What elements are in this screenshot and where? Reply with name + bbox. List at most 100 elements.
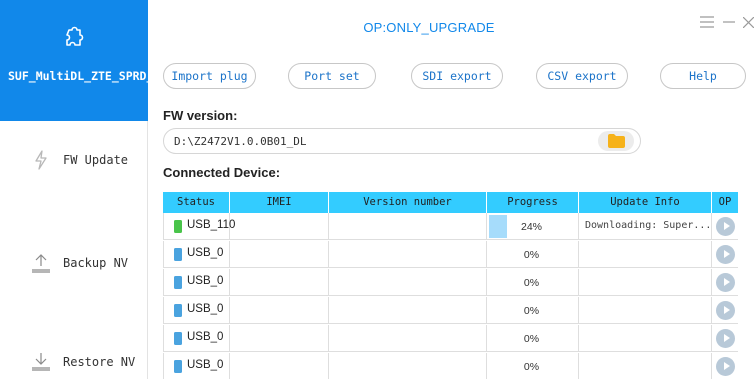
progress-cell: 0% (487, 353, 579, 379)
download-icon (32, 353, 50, 371)
fw-version-label: FW version: (163, 108, 238, 123)
menu-icon[interactable] (697, 12, 717, 32)
column-header-progress: Progress (487, 192, 579, 213)
update-info-text: Downloading: Super... (585, 220, 709, 231)
op-cell (712, 269, 738, 296)
status-text: USB_0 (187, 331, 224, 343)
app-header: SUF_MultiDL_ZTE_SPRD_OL... (0, 0, 189, 121)
op-cell (712, 353, 738, 379)
status-text: USB_0 (187, 275, 224, 287)
progress-cell: 24% (487, 213, 579, 240)
imei-cell (230, 269, 329, 296)
play-icon[interactable] (716, 329, 735, 348)
status-text: USB_0 (187, 359, 224, 371)
version-cell (329, 297, 487, 324)
column-header-update-info: Update Info (579, 192, 712, 213)
sidebar-item-label: Restore NV (63, 355, 136, 369)
version-cell (329, 213, 487, 240)
update-info-cell (579, 297, 712, 324)
version-cell (329, 241, 487, 268)
column-header-op: OP (718, 196, 732, 208)
table-row: USB_0 0% (163, 241, 738, 268)
fw-path-value: D:\Z2472V1.0.0B01_DL (174, 135, 307, 148)
help-button[interactable]: Help (660, 63, 746, 89)
sdi-export-button[interactable]: SDI export (411, 63, 503, 89)
title-bar: OP:ONLY_UPGRADE (149, 0, 756, 56)
op-cell (712, 241, 738, 268)
sidebar-item-label: Backup NV (63, 256, 129, 270)
fw-path-field[interactable]: D:\Z2472V1.0.0B01_DL (163, 128, 641, 154)
status-cell: USB_0 (163, 297, 230, 324)
column-header-status: Status (163, 192, 230, 213)
status-text: USB_110 (187, 219, 236, 231)
status-cell: USB_0 (163, 325, 230, 352)
phone-status-icon (174, 248, 182, 261)
table-row: USB_0 0% (163, 353, 738, 379)
table-row: USB_0 0% (163, 325, 738, 352)
progress-text: 0% (523, 249, 540, 261)
progress-cell: 0% (487, 241, 579, 268)
play-icon[interactable] (716, 301, 735, 320)
table-row: USB_0 0% (163, 297, 738, 324)
folder-icon (608, 134, 625, 148)
lightning-icon (35, 150, 47, 170)
progress-cell: 0% (487, 325, 579, 352)
play-icon[interactable] (716, 245, 735, 264)
phone-status-icon (174, 332, 182, 345)
op-cell (712, 297, 738, 324)
update-info-cell (579, 241, 712, 268)
update-info-cell (579, 353, 712, 379)
status-cell: USB_0 (163, 269, 230, 296)
play-icon[interactable] (716, 273, 735, 292)
sidebar-item-restore-nv[interactable]: Restore NV (0, 342, 148, 379)
progress-text: 0% (523, 333, 540, 345)
sidebar-item-label: FW Update (63, 153, 129, 167)
window-title: OP:ONLY_UPGRADE (363, 20, 495, 35)
progress-cell: 0% (487, 297, 579, 324)
status-text: USB_0 (187, 247, 224, 259)
progress-text: 0% (523, 305, 540, 317)
phone-status-icon (174, 220, 182, 233)
op-cell (712, 213, 738, 240)
minimize-icon[interactable] (719, 12, 739, 32)
version-cell (329, 325, 487, 352)
sidebar-item-backup-nv[interactable]: Backup NV (0, 243, 148, 283)
progress-text: 24% (520, 221, 542, 233)
status-cell: USB_110 (163, 213, 235, 240)
device-table-header: Status IMEI Version number Progress Upda… (163, 192, 738, 213)
play-icon[interactable] (716, 357, 735, 376)
update-info-cell (579, 325, 712, 352)
puzzle-icon (66, 26, 84, 46)
progress-text: 0% (523, 361, 540, 373)
version-cell (329, 269, 487, 296)
sidebar: SUF_MultiDL_ZTE_SPRD_OL... FW Update Bac… (0, 0, 189, 379)
phone-status-icon (174, 276, 182, 289)
phone-status-icon (174, 360, 182, 373)
play-icon[interactable] (716, 217, 735, 236)
csv-export-button[interactable]: CSV export (536, 63, 628, 89)
app-name: SUF_MultiDL_ZTE_SPRD_OL... (8, 69, 189, 83)
update-info-cell: Downloading: Super... (579, 213, 712, 240)
status-cell: USB_0 (163, 241, 230, 268)
imei-cell (230, 297, 329, 324)
port-set-button[interactable]: Port set (288, 63, 376, 89)
table-row: USB_0 0% (163, 269, 738, 296)
status-text: USB_0 (187, 303, 224, 315)
version-cell (329, 353, 487, 379)
column-header-imei: IMEI (230, 192, 329, 213)
phone-status-icon (174, 304, 182, 317)
close-icon[interactable] (738, 12, 756, 32)
op-cell (712, 325, 738, 352)
sidebar-item-fw-update[interactable]: FW Update (0, 140, 148, 180)
progress-cell: 0% (487, 269, 579, 296)
upload-icon (32, 254, 50, 273)
imei-cell (230, 241, 329, 268)
progress-text: 0% (523, 277, 540, 289)
import-plug-button[interactable]: Import plug (163, 63, 256, 89)
column-header-version: Version number (329, 192, 487, 213)
imei-cell (230, 213, 329, 240)
connected-device-label: Connected Device: (163, 165, 281, 180)
table-row: USB_110 24% Downloading: Super... (163, 213, 738, 240)
status-cell: USB_0 (163, 353, 230, 379)
imei-cell (230, 353, 329, 379)
